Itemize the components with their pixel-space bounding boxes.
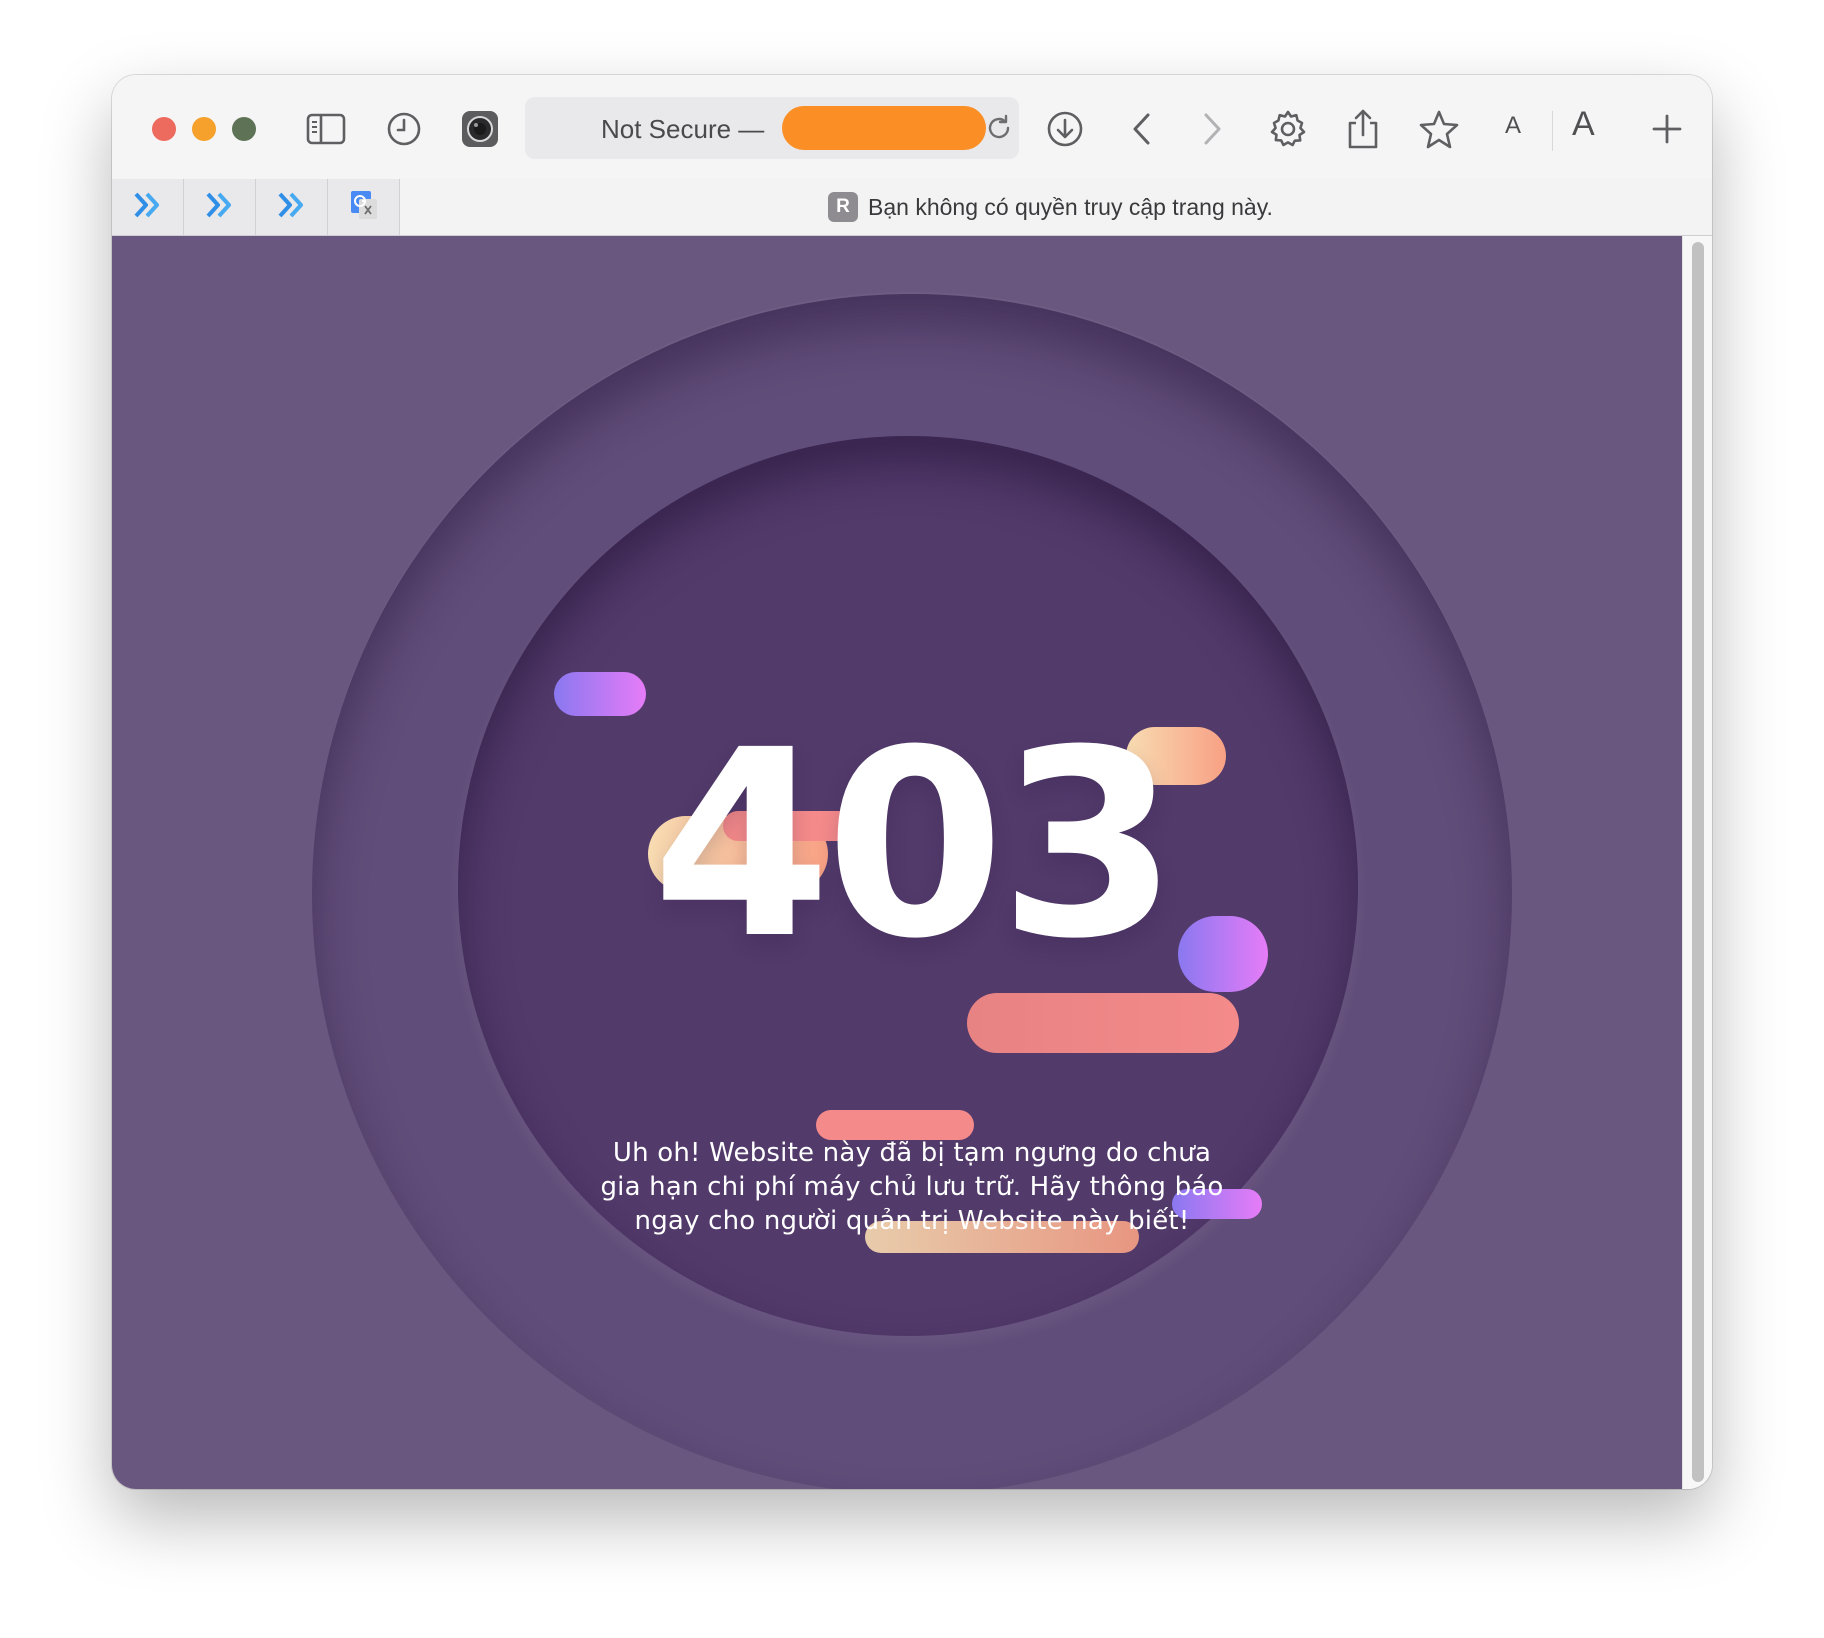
vertical-scrollbar[interactable] (1682, 236, 1712, 1489)
zoom-window-button[interactable] (232, 117, 256, 141)
browser-toolbar: Not Secure — A A (112, 75, 1712, 179)
decrease-font-button[interactable]: A (1505, 112, 1521, 140)
reload-icon[interactable] (983, 112, 1015, 144)
error-code: 403 (651, 695, 1179, 995)
minimize-window-button[interactable] (192, 117, 216, 141)
tab-title-label: Bạn không có quyền truy cập trang này. (868, 193, 1273, 220)
url-redaction-mark (782, 106, 986, 150)
security-status-label: Not Secure — (601, 114, 765, 144)
google-translate-icon (348, 189, 380, 226)
camera-extension-icon[interactable] (456, 105, 504, 153)
increase-font-button[interactable]: A (1572, 105, 1595, 144)
pinned-tab-extension-3[interactable] (256, 179, 328, 235)
gear-icon[interactable] (1264, 105, 1312, 153)
decorative-pill (554, 672, 646, 716)
address-bar[interactable]: Not Secure — (525, 97, 1019, 159)
new-tab-plus-icon[interactable] (1643, 105, 1691, 153)
page-content: 403 Uh oh! Website này đã bị tạm ngưng d… (112, 236, 1682, 1489)
site-favicon: R (828, 192, 858, 222)
extension-double-chevron-icon (276, 191, 308, 224)
back-chevron-icon[interactable] (1118, 105, 1166, 153)
extension-double-chevron-icon (132, 191, 164, 224)
close-window-button[interactable] (152, 117, 176, 141)
share-icon[interactable] (1339, 105, 1387, 153)
extension-double-chevron-icon (204, 191, 236, 224)
pinned-tab-extension-1[interactable] (112, 179, 184, 235)
bookmark-star-icon[interactable] (1415, 105, 1463, 153)
decorative-pill (1178, 916, 1268, 992)
scrollbar-thumb[interactable] (1692, 242, 1704, 1482)
error-message: Uh oh! Website này đã bị tạm ngưng do ch… (600, 1138, 1224, 1236)
tab-bar: R Bạn không có quyền truy cập trang này. (112, 179, 1712, 236)
decorative-pill (967, 993, 1239, 1053)
pinned-tab-extension-2[interactable] (184, 179, 256, 235)
active-tab[interactable]: R Bạn không có quyền truy cập trang này. (828, 192, 1273, 222)
browser-window: Not Secure — A A R Bạn không có quyền tr… (112, 75, 1712, 1489)
history-clock-icon[interactable] (380, 105, 428, 153)
downloads-icon[interactable] (1041, 105, 1089, 153)
forward-chevron-icon[interactable] (1188, 105, 1236, 153)
sidebar-icon[interactable] (302, 105, 350, 153)
toolbar-divider (1552, 111, 1553, 151)
pinned-tab-translate[interactable] (328, 179, 400, 235)
